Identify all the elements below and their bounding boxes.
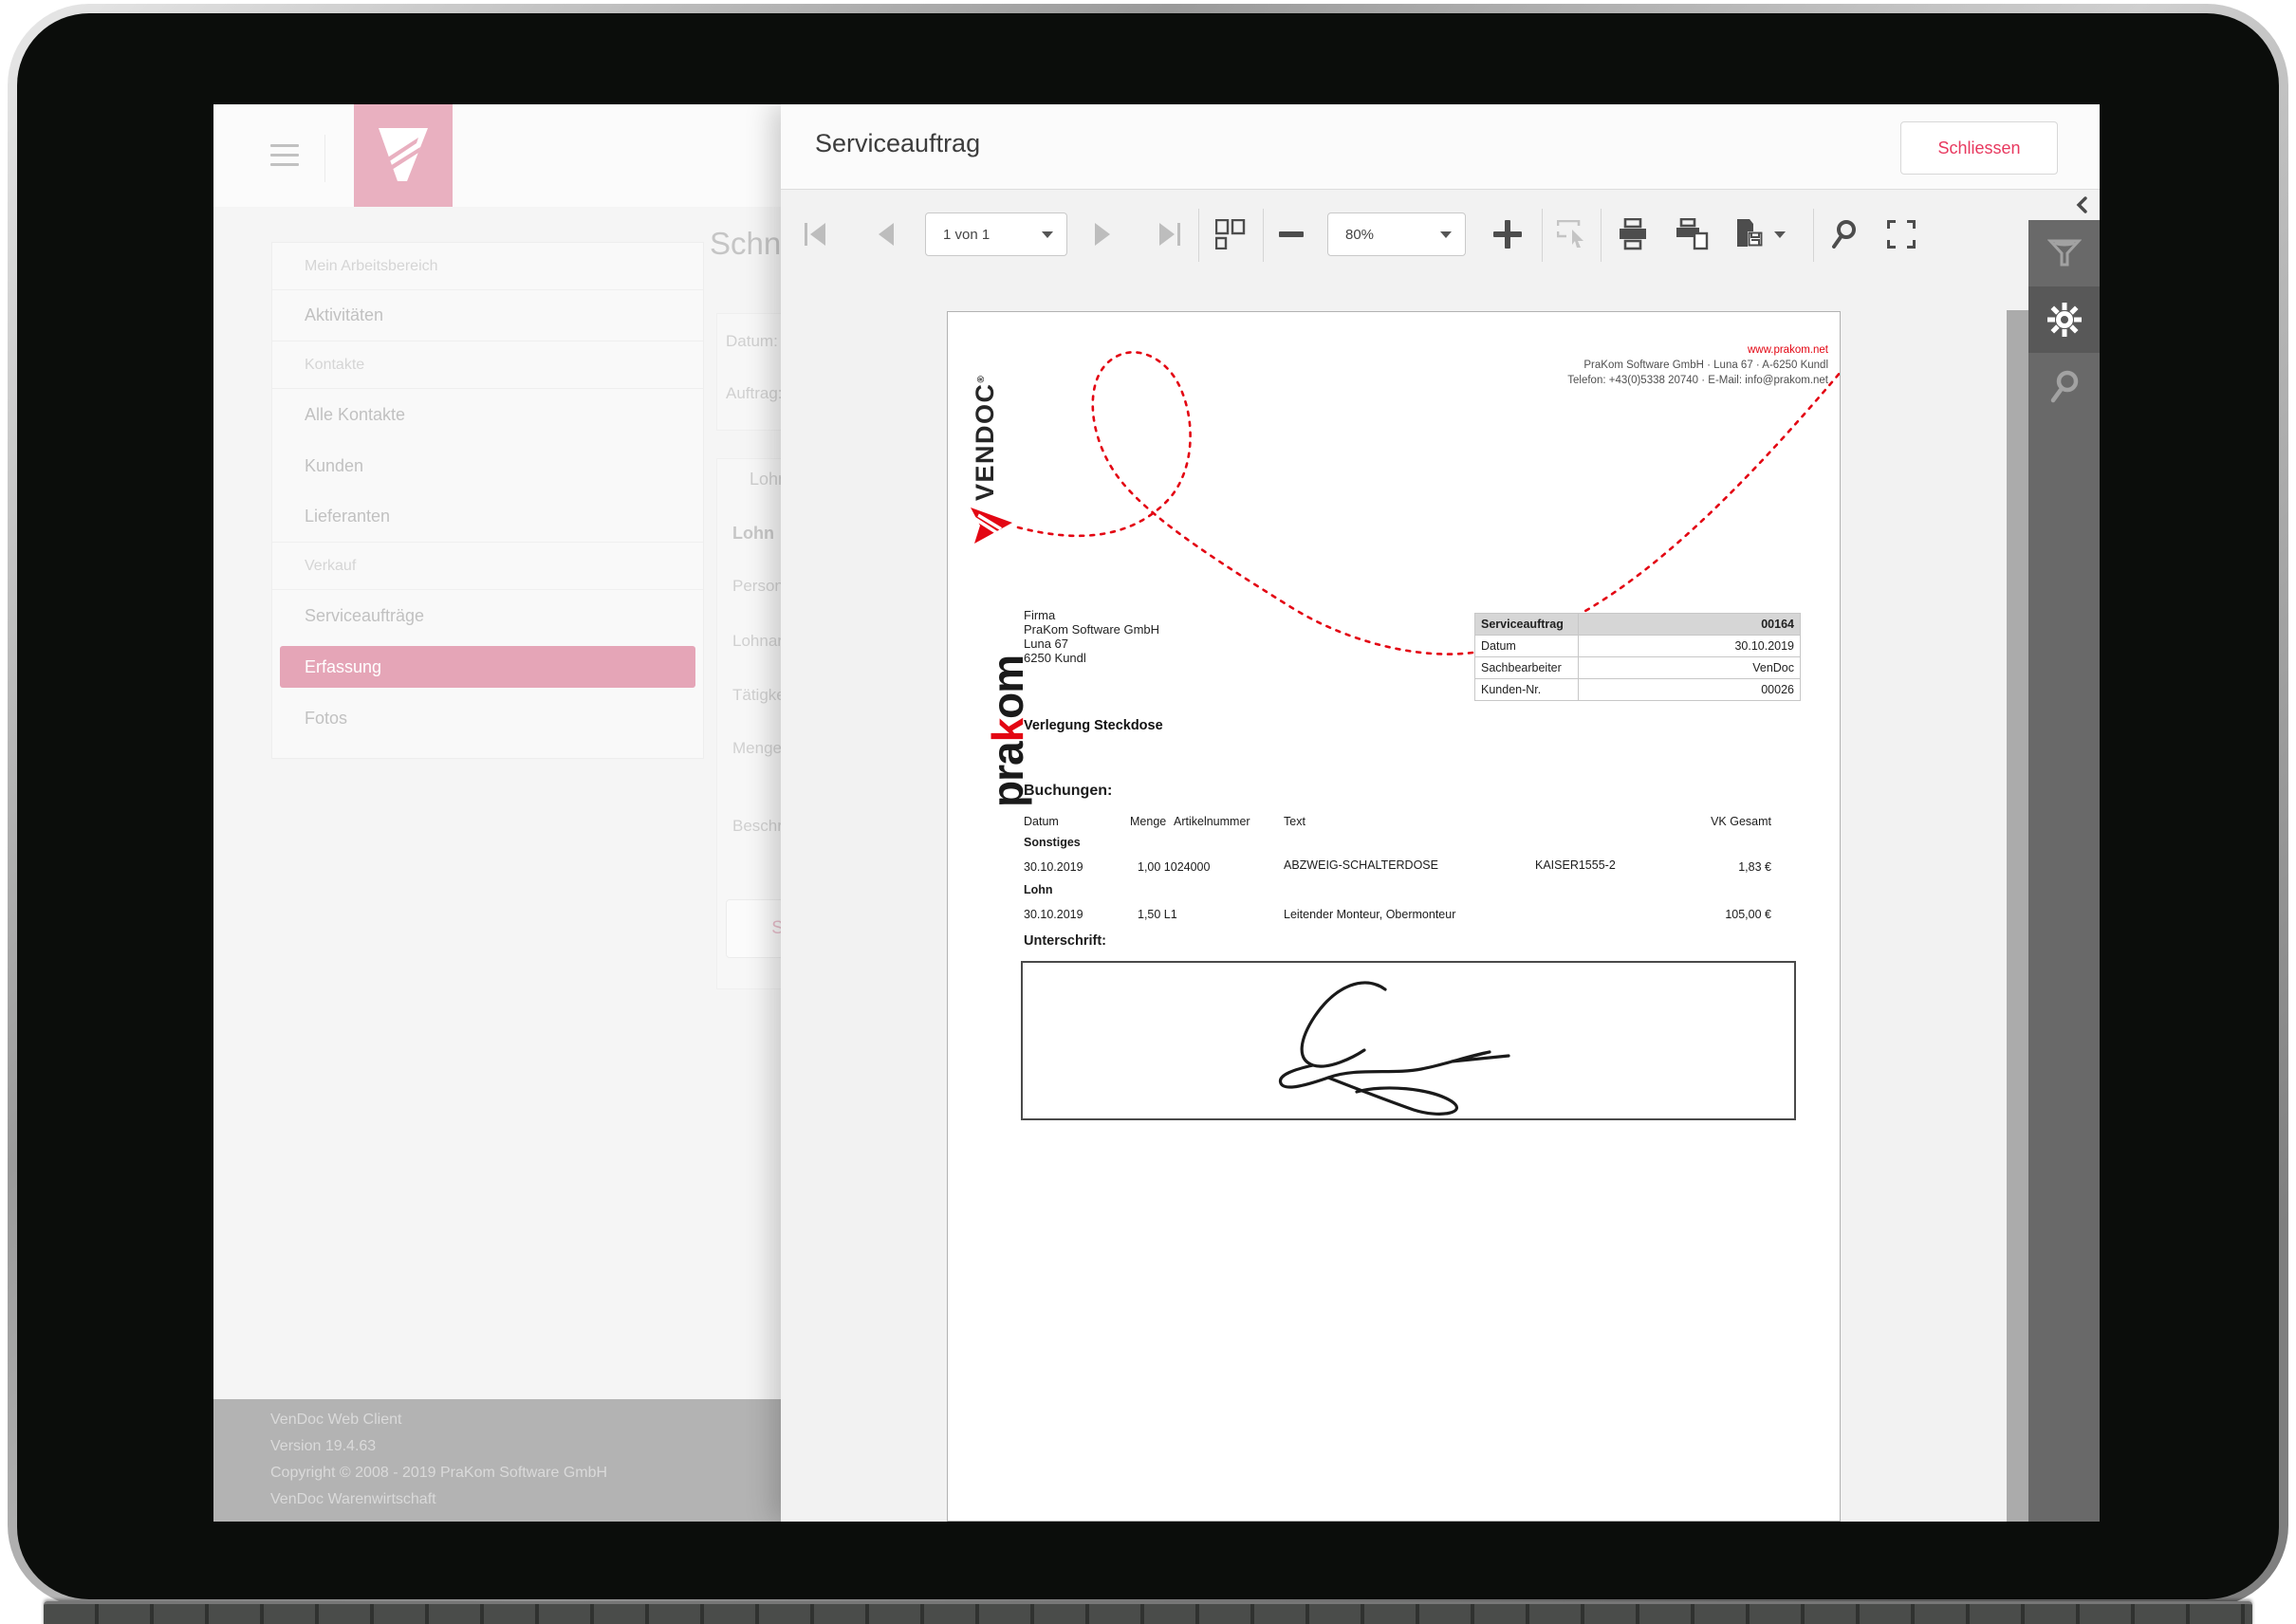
page-number-select[interactable]: 1 von 1 (925, 212, 1067, 256)
screenshot-stage: Mein Arbeitsbereich Aktivitäten Kontakte… (0, 0, 2296, 1624)
booking-cell-text2: KAISER1555-2 (1535, 858, 1616, 872)
col-menge: Menge (1130, 815, 1166, 828)
first-page-icon[interactable] (800, 212, 834, 256)
modal-title: Serviceauftrag (815, 129, 980, 158)
doc-recipient-block: Firma PraKom Software GmbH Luna 67 6250 … (1024, 608, 1159, 665)
vendoc-app-window: Mein Arbeitsbereich Aktivitäten Kontakte… (213, 104, 2100, 1522)
signature-label: Unterschrift: (1024, 933, 1106, 949)
pdf-toolbar: 1 von 1 (781, 190, 2100, 294)
toolbar-separator (1813, 209, 1814, 262)
bookings-title: Buchungen: (1024, 783, 1112, 800)
print-pages-icon[interactable] (1669, 212, 1716, 256)
booking-group: Sonstiges (1024, 836, 1081, 849)
doc-subject: Verlegung Steckdose (1024, 718, 1163, 733)
next-page-icon[interactable] (1088, 212, 1117, 256)
print-icon[interactable] (1610, 212, 1656, 256)
collapse-panel-icon[interactable] (2069, 194, 2094, 216)
booking-cell-text: ABZWEIG-SCHALTERDOSE (1284, 858, 1438, 872)
col-vk-gesamt: VK Gesamt (1711, 815, 1771, 828)
col-datum: Datum (1024, 815, 1059, 828)
modal-header: Serviceauftrag Schliessen (781, 104, 2100, 190)
chevron-down-icon (1042, 231, 1053, 238)
booking-cell-menge-artnr: 1,50 L1 (1138, 908, 1177, 921)
search-icon[interactable] (1824, 212, 1864, 256)
booking-cell-vk: 105,00 € (1725, 908, 1771, 921)
zoom-in-icon[interactable] (1487, 212, 1528, 256)
export-icon[interactable] (1733, 212, 1788, 256)
close-button[interactable]: Schliessen (1900, 121, 2058, 175)
booking-cell-text: Leitender Monteur, Obermonteur (1284, 908, 1455, 921)
toolbar-separator (1198, 209, 1199, 262)
chevron-down-icon (1774, 231, 1786, 238)
prev-page-icon[interactable] (872, 212, 900, 256)
chevron-down-icon (1440, 231, 1452, 238)
booking-cell-menge-artnr: 1,00 1024000 (1138, 860, 1210, 874)
page-number-value: 1 von 1 (943, 227, 990, 243)
toolbar-separator (1542, 209, 1543, 262)
signature-box (1021, 961, 1796, 1120)
select-tool-icon[interactable] (1551, 212, 1595, 256)
booking-group: Lohn (1024, 883, 1053, 896)
toolbar-separator (1263, 209, 1264, 262)
search-side-icon[interactable] (2028, 353, 2100, 419)
serviceauftrag-modal: Serviceauftrag Schliessen 1 von 1 (781, 104, 2100, 1522)
settings-icon[interactable] (2028, 286, 2100, 353)
signature-stroke (1023, 963, 1796, 1118)
thumbnails-icon[interactable] (1210, 212, 1251, 256)
zoom-level-value: 80% (1345, 227, 1374, 243)
toolbar-separator (1601, 209, 1602, 262)
col-artikelnummer: Artikelnummer (1174, 815, 1250, 828)
fullscreen-icon[interactable] (1879, 212, 1923, 256)
close-button-label: Schliessen (1937, 138, 2020, 158)
zoom-level-select[interactable]: 80% (1327, 212, 1466, 256)
pdf-page: www.prakom.net PraKom Software GmbH · Lu… (947, 311, 1841, 1522)
booking-cell-datum: 30.10.2019 (1024, 908, 1083, 921)
last-page-icon[interactable] (1151, 212, 1185, 256)
viewer-side-rail (2028, 220, 2100, 1522)
doc-vendoc-arrow-icon (969, 502, 1016, 545)
zoom-out-icon[interactable] (1272, 212, 1310, 256)
doc-info-table: Serviceauftrag00164 Datum30.10.2019 Sach… (1474, 613, 1801, 701)
pdf-scrollbar[interactable] (2007, 310, 2028, 1522)
booking-cell-datum: 30.10.2019 (1024, 860, 1083, 874)
doc-vendoc-logo-text: VENDOC® (971, 375, 1000, 501)
filter-icon[interactable] (2028, 220, 2100, 286)
tablet-bottom-edge (44, 1601, 2252, 1624)
col-text: Text (1284, 815, 1305, 828)
booking-cell-vk: 1,83 € (1738, 860, 1771, 874)
